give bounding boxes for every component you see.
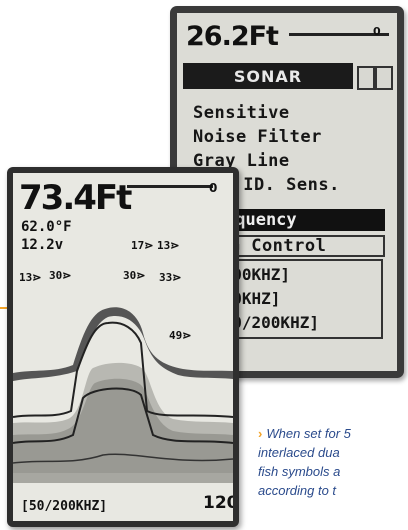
fish-symbol-icon: 30⋗ (123, 269, 146, 282)
fish-symbol-icon: 13⋗ (19, 271, 42, 284)
battery-voltage: 12.2v (21, 237, 64, 253)
fish-symbol-icon: 30⋗ (49, 269, 72, 282)
water-temperature: 62.0°F (21, 219, 72, 235)
tab-2[interactable] (357, 66, 375, 90)
caption-arrow-icon: › (258, 426, 263, 441)
fishfinder-sonar-device: 73.4Ft 0 62.0°F 12.2v 17⋗ 13⋗ 13⋗ 30⋗ 30… (7, 167, 239, 527)
fish-symbol-icon: 13⋗ (157, 239, 180, 252)
caption-line-4: according to t (258, 483, 337, 498)
depth-scale-top: 0 (209, 181, 218, 195)
tab-3[interactable] (375, 66, 393, 90)
caption-line-2: interlaced dua (258, 445, 340, 460)
caption: › When set for 5 interlaced dua fish symb… (258, 424, 408, 500)
fish-symbol-icon: 33⋗ (159, 271, 182, 284)
depth-scale-line (127, 185, 213, 188)
menu-item-sensitive[interactable]: Sensitive (193, 103, 290, 123)
sonar-screen: 73.4Ft 0 62.0°F 12.2v 17⋗ 13⋗ 13⋗ 30⋗ 30… (13, 173, 233, 521)
menu-depth-readout: 26.2Ft (186, 21, 279, 52)
caption-line-1: › When set for 5 (258, 426, 351, 441)
frequency-readout: [50/200KHZ] (21, 499, 108, 514)
menu-tabs: SONAR (183, 63, 393, 90)
caption-line-3: fish symbols a (258, 464, 341, 479)
fish-symbol-icon: 49⋗ (169, 329, 192, 342)
depth-scale-bottom: 120 (203, 493, 233, 513)
fish-symbol-icon: 17⋗ (131, 239, 154, 252)
tab-sonar[interactable]: SONAR (183, 63, 353, 89)
menu-scale-top: 0 (373, 25, 381, 38)
menu-item-noise-filter[interactable]: Noise Filter (193, 127, 322, 147)
depth-readout: 73.4Ft (19, 178, 132, 218)
